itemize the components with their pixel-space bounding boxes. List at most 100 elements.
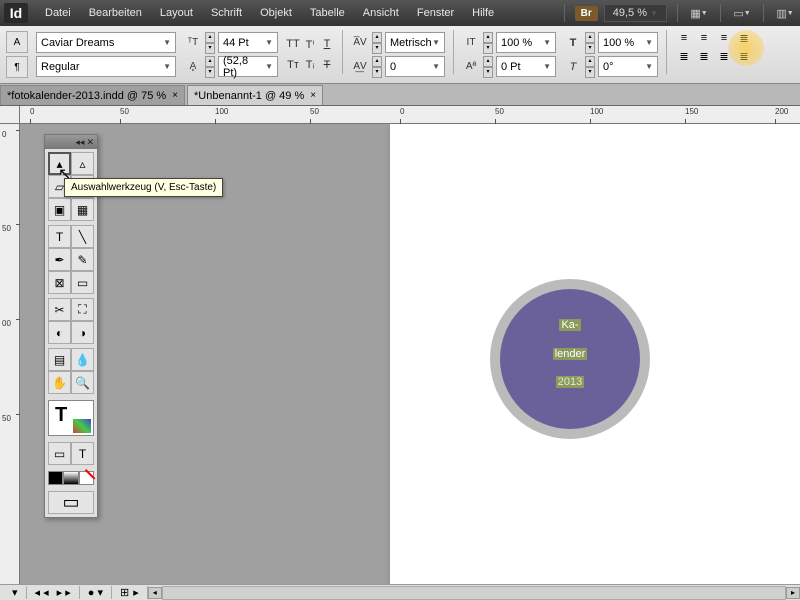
font-size-input[interactable]: 44 Pt▼ <box>218 32 278 53</box>
apply-color-strip[interactable] <box>48 471 94 485</box>
scissors-tool[interactable]: ✂ <box>48 298 71 321</box>
vertical-ruler[interactable]: 0 50 00 50 <box>0 124 20 584</box>
rectangle-frame-tool[interactable]: ⊠ <box>48 271 71 294</box>
status-zoom[interactable]: ▾ <box>0 586 27 599</box>
formatting-container-button[interactable]: ▭ <box>48 442 71 465</box>
strikethrough-icon[interactable]: T <box>320 56 334 74</box>
close-icon[interactable]: × <box>172 90 178 101</box>
doc-tab-1[interactable]: *fotokalender-2013.indd @ 75 %× <box>0 85 185 105</box>
pencil-tool[interactable]: ✎ <box>71 248 94 271</box>
line-tool[interactable]: ╲ <box>71 225 94 248</box>
circle-frame-outer[interactable]: Ka- lender 2013 <box>490 279 650 439</box>
arrange-docs-icon[interactable]: ▥▼ <box>774 4 796 22</box>
align-justify-center-button[interactable]: ≣ <box>675 48 693 64</box>
tracking-stepper[interactable]: ▴▾ <box>372 56 382 77</box>
hscale-icon: T <box>564 34 582 52</box>
menu-datei[interactable]: Datei <box>36 7 80 19</box>
baseline-icon: Aª <box>462 58 480 76</box>
ruler-origin[interactable] <box>0 106 20 124</box>
menu-schrift[interactable]: Schrift <box>202 7 251 19</box>
menu-fenster[interactable]: Fenster <box>408 7 463 19</box>
vscale-stepper[interactable]: ▴▾ <box>483 32 493 53</box>
rectangle-tool[interactable]: ▭ <box>71 271 94 294</box>
status-page-nav[interactable]: ◂ ◂ ▸ ▸ <box>27 586 80 599</box>
font-family-select[interactable]: Caviar Dreams▼ <box>36 32 176 53</box>
char-mode-button[interactable]: A <box>6 31 28 53</box>
align-right-button[interactable]: ≡ <box>715 30 733 46</box>
view-options-icon[interactable]: ▦▼ <box>688 4 710 22</box>
view-mode-button[interactable]: ▭ <box>48 491 94 514</box>
type-tool[interactable]: T <box>48 225 71 248</box>
align-justify-all-button[interactable]: ≣ <box>715 48 733 64</box>
workarea: 0 50 100 50 0 50 100 150 200 0 50 00 50 … <box>0 106 800 584</box>
leading-input[interactable]: (52,8 Pt)▼ <box>218 56 278 77</box>
kerning-input[interactable]: Metrisch▼ <box>385 32 445 53</box>
close-icon[interactable]: × <box>310 90 316 101</box>
selection-tool[interactable]: ▴ <box>48 152 71 175</box>
para-mode-button[interactable]: ¶ <box>6 56 28 78</box>
align-towards-spine-button[interactable]: ≣ <box>735 48 753 64</box>
gradient-feather-tool[interactable]: ◑ <box>71 321 94 344</box>
underline-icon[interactable]: T <box>320 35 334 53</box>
vscale-input[interactable]: 100 %▼ <box>496 32 556 53</box>
calendar-text[interactable]: Ka- lender 2013 <box>500 307 640 393</box>
tools-panel-header[interactable]: ◂◂✕ <box>45 135 97 149</box>
app-logo: Id <box>4 3 28 23</box>
scroll-left-arrow[interactable]: ◂ <box>148 587 162 599</box>
scroll-right-arrow[interactable]: ▸ <box>786 587 800 599</box>
horizontal-scrollbar[interactable] <box>162 586 786 600</box>
free-transform-tool[interactable]: ⛶ <box>71 298 94 321</box>
tracking-input[interactable]: 0▼ <box>385 56 445 77</box>
menu-tabelle[interactable]: Tabelle <box>301 7 354 19</box>
baseline-stepper[interactable]: ▴▾ <box>483 56 493 77</box>
hand-tool[interactable]: ✋ <box>48 371 71 394</box>
menu-bearbeiten[interactable]: Bearbeiten <box>80 7 151 19</box>
eyedropper-tool[interactable]: 💧 <box>71 348 94 371</box>
smallcaps-icon[interactable]: Tᴛ <box>286 56 300 74</box>
kerning-stepper[interactable]: ▴▾ <box>372 32 382 53</box>
subscript-icon[interactable]: Tᵢ <box>303 56 317 74</box>
superscript-icon[interactable]: Tⁱ <box>303 35 317 53</box>
formatting-text-button[interactable]: T <box>71 442 94 465</box>
content-placer-tool[interactable]: ▦ <box>71 198 94 221</box>
circle-frame-inner[interactable]: Ka- lender 2013 <box>500 289 640 429</box>
align-justify-left-button[interactable]: ≣ <box>735 30 753 46</box>
horizontal-ruler[interactable]: 0 50 100 50 0 50 100 150 200 <box>20 106 800 124</box>
note-tool[interactable]: ▤ <box>48 348 71 371</box>
doc-tab-2[interactable]: *Unbenannt-1 @ 49 %× <box>187 85 323 105</box>
content-collector-tool[interactable]: ▣ <box>48 198 71 221</box>
hscale-stepper[interactable]: ▴▾ <box>585 32 595 53</box>
canvas[interactable]: Ka- lender 2013 ◂◂✕ ▴ ▵ ▱ ↔ ▣ ▦ T ╲ ✒ <box>20 124 800 584</box>
font-style-select[interactable]: Regular▼ <box>36 56 176 77</box>
zoom-tool[interactable]: 🔍 <box>71 371 94 394</box>
hscale-input[interactable]: 100 %▼ <box>598 32 658 53</box>
align-left-button[interactable]: ≡ <box>675 30 693 46</box>
kerning-icon: A̅V <box>351 34 369 52</box>
size-stepper[interactable]: ▴▾ <box>205 32 215 53</box>
pen-tool[interactable]: ✒ <box>48 248 71 271</box>
skew-icon: T <box>564 58 582 76</box>
document-page[interactable]: Ka- lender 2013 <box>390 124 800 584</box>
baseline-input[interactable]: 0 Pt▼ <box>496 56 556 77</box>
menu-bar: Id Datei Bearbeiten Layout Schrift Objek… <box>0 0 800 26</box>
bridge-badge[interactable]: Br <box>575 6 598 21</box>
gradient-swatch-tool[interactable]: ◐ <box>48 321 71 344</box>
status-open[interactable]: ⊞ ▸ <box>112 586 148 599</box>
fill-stroke-swatch[interactable] <box>48 400 94 436</box>
menu-layout[interactable]: Layout <box>151 7 202 19</box>
skew-stepper[interactable]: ▴▾ <box>585 56 595 77</box>
zoom-level-select[interactable]: 49,5 % ▼ <box>604 4 667 22</box>
leading-icon: Ḁ <box>184 58 202 76</box>
align-center-button[interactable]: ≡ <box>695 30 713 46</box>
screen-mode-icon[interactable]: ▭▼ <box>731 4 753 22</box>
direct-selection-tool[interactable]: ▵ <box>71 152 94 175</box>
skew-input[interactable]: 0°▼ <box>598 56 658 77</box>
allcaps-icon[interactable]: TT <box>286 35 300 53</box>
status-preflight[interactable]: ● ▾ <box>80 586 112 599</box>
leading-stepper[interactable]: ▴▾ <box>205 56 215 77</box>
menu-ansicht[interactable]: Ansicht <box>354 7 408 19</box>
tracking-icon: A͟V <box>351 58 369 76</box>
menu-objekt[interactable]: Objekt <box>251 7 301 19</box>
align-justify-right-button[interactable]: ≣ <box>695 48 713 64</box>
menu-hilfe[interactable]: Hilfe <box>463 7 503 19</box>
